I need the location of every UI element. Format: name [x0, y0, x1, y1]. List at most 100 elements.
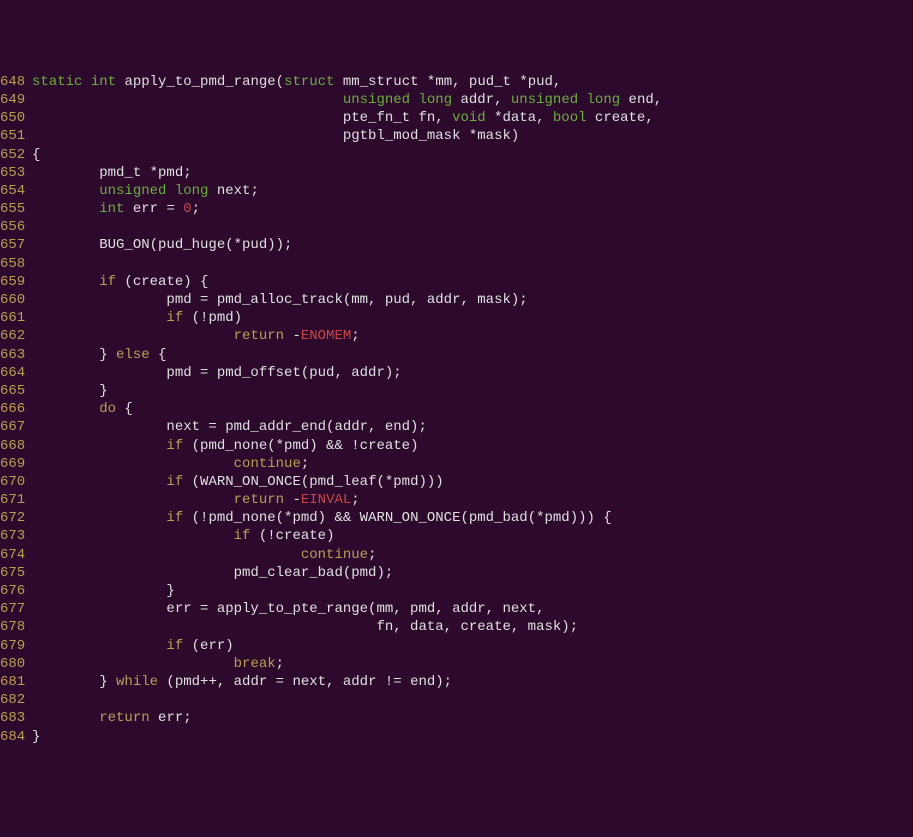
token-ident: - [284, 492, 301, 508]
line-number: 670 [0, 473, 32, 491]
code-line: 661 if (!pmd) [0, 309, 913, 327]
code-content: fn, data, create, mask); [32, 618, 913, 636]
line-number: 668 [0, 437, 32, 455]
line-number: 658 [0, 255, 32, 273]
line-number: 650 [0, 109, 32, 127]
token-ctrl: return [99, 710, 149, 726]
code-line: 678 fn, data, create, mask); [0, 618, 913, 636]
token-ctrl: if [166, 474, 183, 490]
token-ident [32, 547, 301, 563]
line-number: 673 [0, 527, 32, 545]
token-ident: *data, [486, 110, 553, 126]
token-ident: (pmd++, addr = next, addr != end); [158, 674, 452, 690]
token-kw: void [452, 110, 486, 126]
token-ident: pmd_t *pmd; [32, 165, 192, 181]
code-line: 668 if (pmd_none(*pmd) && !create) [0, 437, 913, 455]
line-number: 680 [0, 655, 32, 673]
code-line: 677 err = apply_to_pte_range(mm, pmd, ad… [0, 600, 913, 618]
token-ident: err; [150, 710, 192, 726]
code-content: if (err) [32, 637, 913, 655]
code-line: 669 continue; [0, 455, 913, 473]
token-ident: mm_struct *mm, pud_t *pud, [335, 74, 562, 90]
code-line: 648static int apply_to_pmd_range(struct … [0, 73, 913, 91]
token-ident [578, 92, 586, 108]
token-ident: { [150, 347, 167, 363]
token-ident: err = [124, 201, 183, 217]
code-line: 655 int err = 0; [0, 200, 913, 218]
token-kw: long [418, 92, 452, 108]
code-line: 656 [0, 218, 913, 236]
line-number: 652 [0, 146, 32, 164]
code-line: 676 } [0, 582, 913, 600]
code-line: 651 pgtbl_mod_mask *mask) [0, 127, 913, 145]
code-content: unsigned long next; [32, 182, 913, 200]
token-ident: pgtbl_mod_mask *mask) [32, 128, 519, 144]
token-ident [32, 456, 234, 472]
token-ident: end, [620, 92, 662, 108]
token-ctrl: if [234, 528, 251, 544]
code-editor[interactable]: 648static int apply_to_pmd_range(struct … [0, 73, 913, 746]
token-ident [32, 201, 99, 217]
code-content: continue; [32, 455, 913, 473]
code-line: 670 if (WARN_ON_ONCE(pmd_leaf(*pmd))) [0, 473, 913, 491]
line-number: 679 [0, 637, 32, 655]
token-ident: (!create) [250, 528, 334, 544]
token-ctrl: if [166, 638, 183, 654]
line-number: 666 [0, 400, 32, 418]
line-number: 653 [0, 164, 32, 182]
token-ident [32, 510, 166, 526]
code-line: 667 next = pmd_addr_end(addr, end); [0, 418, 913, 436]
code-content: } [32, 728, 913, 746]
code-content [32, 691, 913, 709]
token-ident [32, 183, 99, 199]
code-line: 673 if (!create) [0, 527, 913, 545]
code-line: 659 if (create) { [0, 273, 913, 291]
code-line: 680 break; [0, 655, 913, 673]
token-ident: (!pmd_none(*pmd) && WARN_ON_ONCE(pmd_bad… [183, 510, 611, 526]
token-ident: } [32, 674, 116, 690]
token-ident: ; [368, 547, 376, 563]
code-line: 684} [0, 728, 913, 746]
line-number: 651 [0, 127, 32, 145]
code-content: } [32, 382, 913, 400]
code-content: if (pmd_none(*pmd) && !create) [32, 437, 913, 455]
token-ident: ; [276, 656, 284, 672]
line-number: 676 [0, 582, 32, 600]
token-ident: pmd_clear_bad(pmd); [32, 565, 393, 581]
token-ctrl: return [234, 328, 284, 344]
code-line: 662 return -ENOMEM; [0, 327, 913, 345]
line-number: 660 [0, 291, 32, 309]
line-number: 675 [0, 564, 32, 582]
code-line: 666 do { [0, 400, 913, 418]
token-ident: } [32, 347, 116, 363]
code-content: pmd_clear_bad(pmd); [32, 564, 913, 582]
token-ident: ; [301, 456, 309, 472]
code-content: next = pmd_addr_end(addr, end); [32, 418, 913, 436]
code-line: 658 [0, 255, 913, 273]
code-line: 665 } [0, 382, 913, 400]
token-kw: unsigned [511, 92, 578, 108]
token-ident [32, 310, 166, 326]
code-content: pte_fn_t fn, void *data, bool create, [32, 109, 913, 127]
code-line: 679 if (err) [0, 637, 913, 655]
token-const: EINVAL [301, 492, 351, 508]
token-ident: { [116, 401, 133, 417]
line-number: 655 [0, 200, 32, 218]
line-number: 671 [0, 491, 32, 509]
line-number: 678 [0, 618, 32, 636]
code-content: return err; [32, 709, 913, 727]
token-ident [82, 74, 90, 90]
line-number: 683 [0, 709, 32, 727]
code-line: 672 if (!pmd_none(*pmd) && WARN_ON_ONCE(… [0, 509, 913, 527]
line-number: 667 [0, 418, 32, 436]
line-number: 672 [0, 509, 32, 527]
line-number: 662 [0, 327, 32, 345]
token-ident: pmd = pmd_offset(pud, addr); [32, 365, 402, 381]
code-content: } while (pmd++, addr = next, addr != end… [32, 673, 913, 691]
token-ident [32, 528, 234, 544]
code-content [32, 255, 913, 273]
code-line: 683 return err; [0, 709, 913, 727]
code-content: return -ENOMEM; [32, 327, 913, 345]
code-line: 671 return -EINVAL; [0, 491, 913, 509]
token-kw: unsigned [343, 92, 410, 108]
